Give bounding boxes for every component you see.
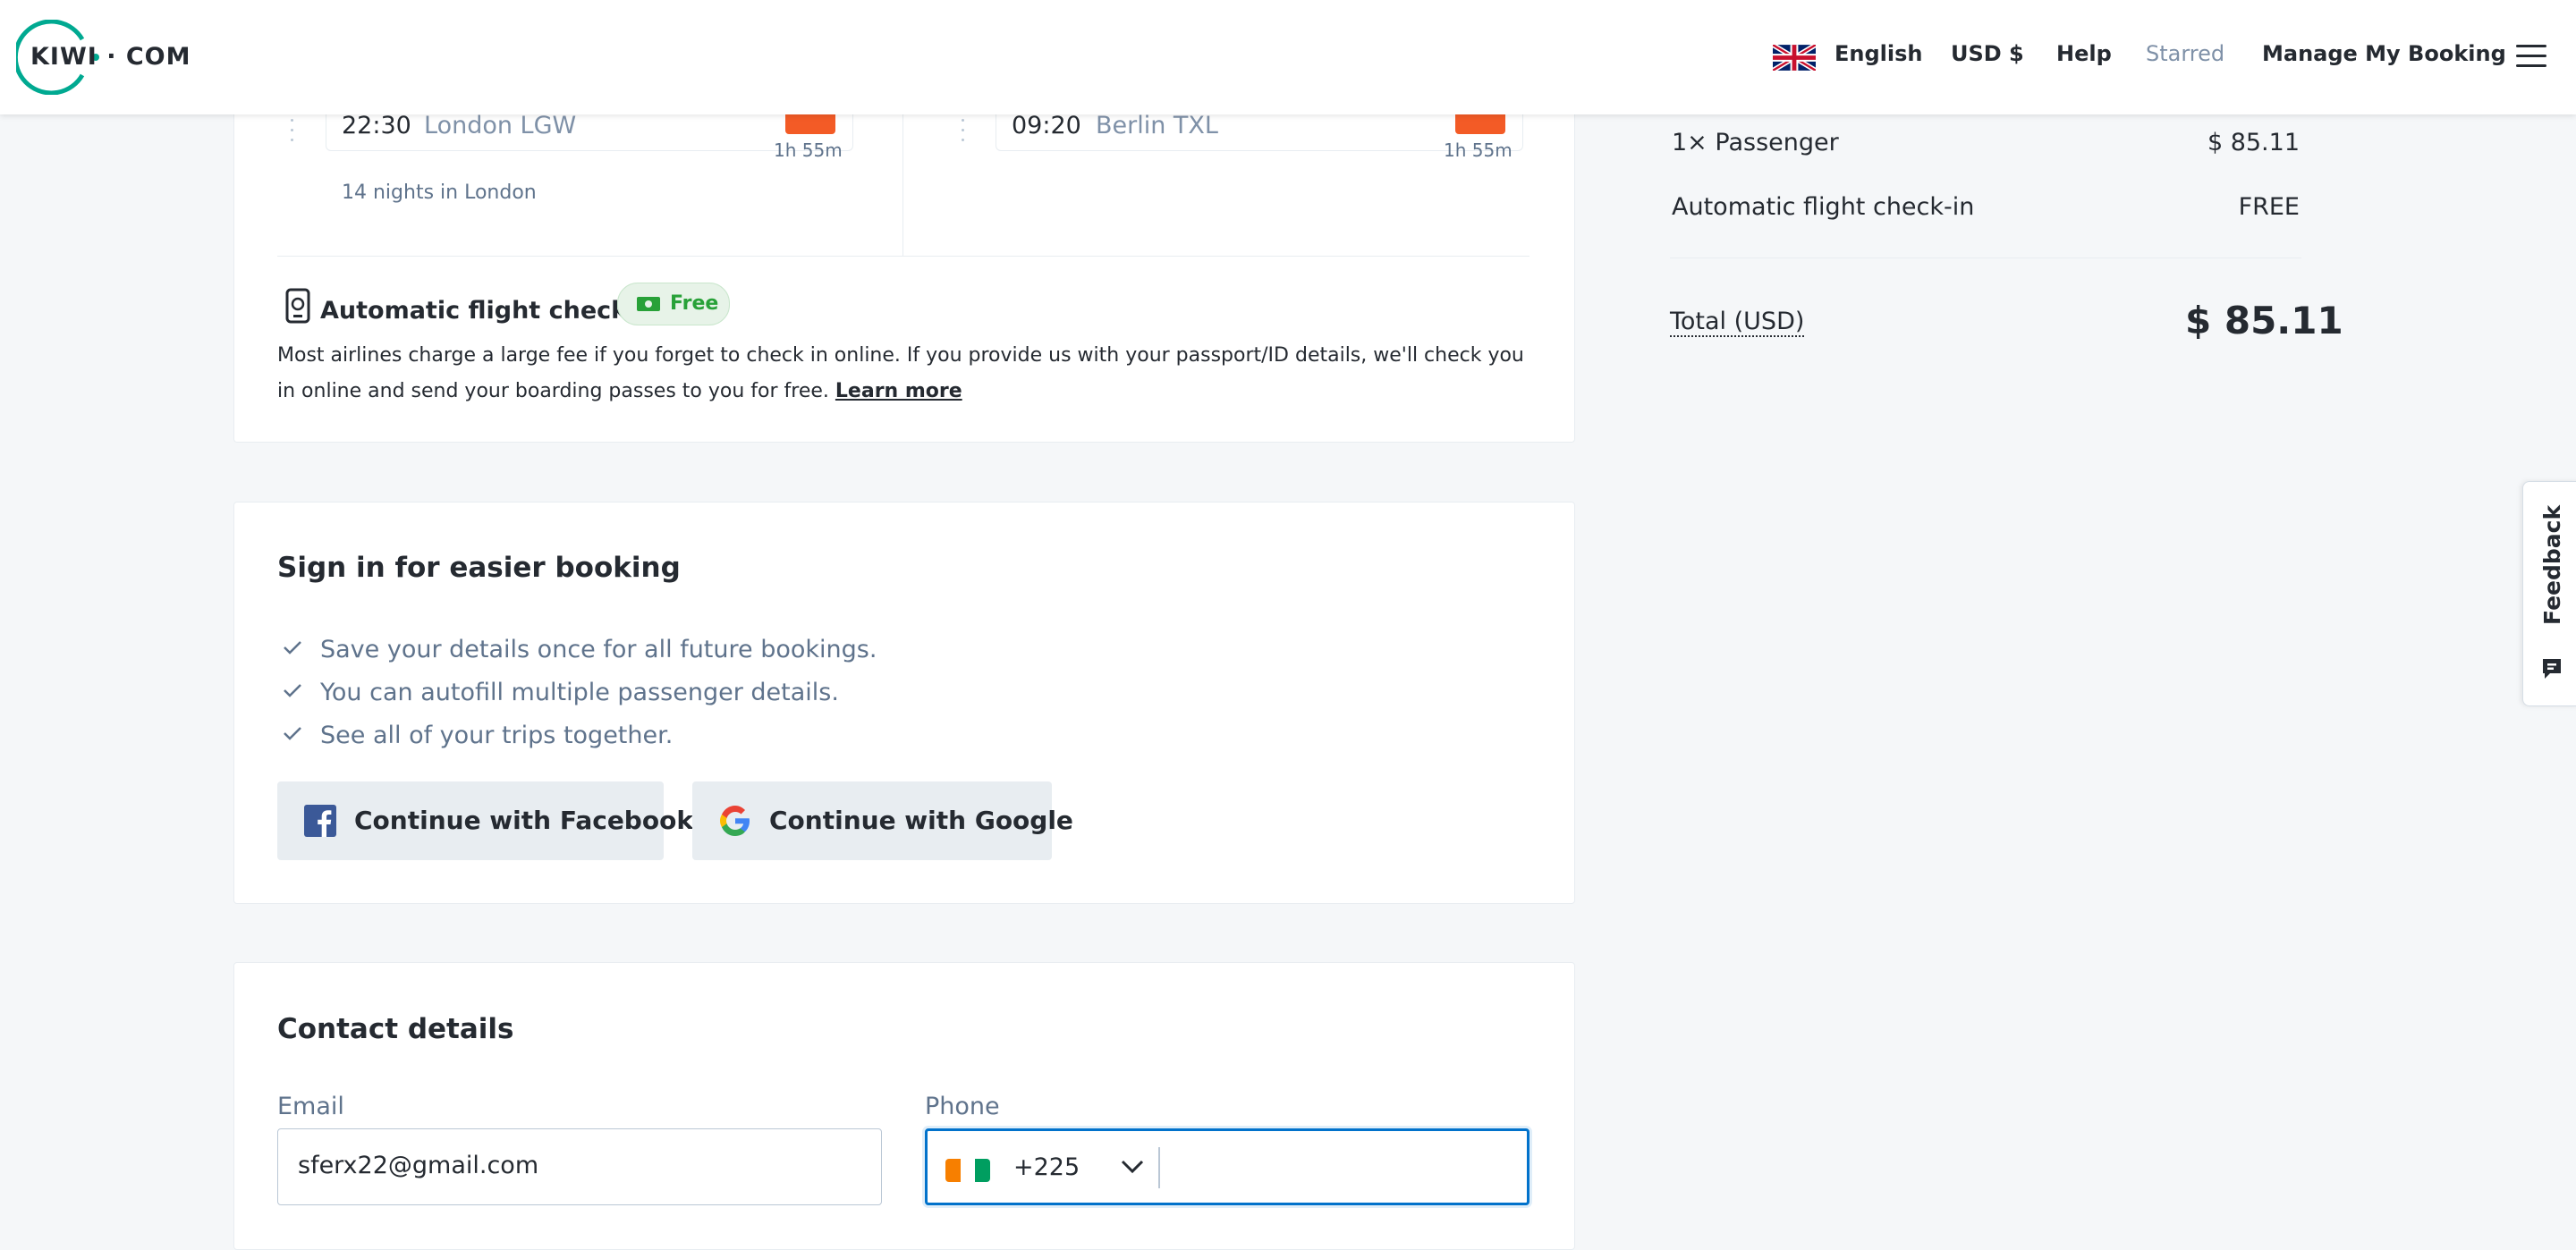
- hamburger-menu-icon[interactable]: [2516, 45, 2546, 70]
- nights-info: 14 nights in London: [342, 182, 537, 204]
- checkin-description: Most airlines charge a large fee if you …: [277, 338, 1530, 410]
- outbound-time: 22:30: [342, 112, 411, 139]
- ivory-coast-flag-icon: [945, 1159, 990, 1182]
- outbound-duration: 1h 55m: [774, 139, 843, 161]
- phone-label: Phone: [925, 1093, 1000, 1120]
- country-code-selector[interactable]: +225: [1013, 1153, 1080, 1181]
- checkin-title: Automatic flight check-in: [320, 297, 663, 325]
- facebook-button-label: Continue with Facebook: [354, 806, 693, 835]
- currency-selector[interactable]: USD $: [1951, 41, 2024, 66]
- check-icon: [284, 641, 301, 655]
- return-time: 09:20: [1012, 112, 1081, 139]
- phone-check-icon: [285, 288, 310, 324]
- signin-title: Sign in for easier booking: [277, 552, 681, 584]
- return-place: Berlin TXL: [1096, 112, 1218, 139]
- starred-link[interactable]: Starred: [2146, 41, 2224, 66]
- divider: [277, 256, 1530, 257]
- logo-text: KIWI · COM: [30, 43, 191, 71]
- outbound-place: London LGW: [424, 112, 577, 139]
- check-icon: [284, 727, 301, 740]
- email-field[interactable]: sferx22@gmail.com: [277, 1128, 882, 1205]
- checkin-summary-price: FREE: [2238, 193, 2300, 221]
- return-duration: 1h 55m: [1444, 139, 1513, 161]
- summary-passenger-row: 1× Passenger $ 85.11: [1672, 129, 2300, 156]
- learn-more-link[interactable]: Learn more: [835, 380, 962, 402]
- top-header: KIWI · COM English USD $ Help Starred Ma…: [0, 0, 2576, 114]
- benefit-text: You can autofill multiple passenger deta…: [320, 679, 839, 706]
- total-label[interactable]: Total (USD): [1670, 308, 1805, 337]
- check-icon: [284, 684, 301, 697]
- summary-checkin-row: Automatic flight check-in FREE: [1672, 193, 2300, 221]
- feedback-tab[interactable]: Feedback: [2522, 481, 2576, 706]
- email-label: Email: [277, 1093, 344, 1120]
- passenger-price: $ 85.11: [2207, 129, 2300, 156]
- facebook-icon: [304, 805, 336, 837]
- text-cursor: [1158, 1147, 1160, 1188]
- uk-flag-icon[interactable]: [1773, 45, 1816, 71]
- language-selector[interactable]: English: [1835, 41, 1922, 66]
- return-timeline: [962, 109, 965, 150]
- google-signin-button[interactable]: Continue with Google: [692, 781, 1073, 860]
- feedback-icon: [2543, 659, 2561, 679]
- contact-title: Contact details: [277, 1013, 514, 1045]
- passenger-label: 1× Passenger: [1672, 129, 1839, 156]
- phone-field[interactable]: +225: [925, 1128, 1530, 1205]
- free-badge: Free: [617, 283, 730, 325]
- benefit-text: See all of your trips together.: [320, 722, 674, 749]
- email-value: sferx22@gmail.com: [298, 1152, 539, 1179]
- google-icon: [720, 806, 750, 836]
- money-icon: [637, 297, 660, 311]
- benefit-text: Save your details once for all future bo…: [320, 636, 877, 663]
- outbound-timeline: [291, 109, 294, 150]
- free-badge-label: Free: [670, 292, 719, 315]
- chevron-down-icon[interactable]: [1121, 1160, 1144, 1174]
- help-link[interactable]: Help: [2056, 41, 2112, 66]
- feedback-label: Feedback: [2539, 504, 2565, 625]
- facebook-signin-button[interactable]: Continue with Facebook: [277, 781, 693, 860]
- total-value: $ 85.11: [2185, 299, 2343, 342]
- google-button-label: Continue with Google: [769, 806, 1073, 835]
- kiwi-logo[interactable]: KIWI · COM: [16, 20, 191, 95]
- checkin-summary-label: Automatic flight check-in: [1672, 193, 1975, 221]
- manage-booking-link[interactable]: Manage My Booking: [2262, 41, 2506, 66]
